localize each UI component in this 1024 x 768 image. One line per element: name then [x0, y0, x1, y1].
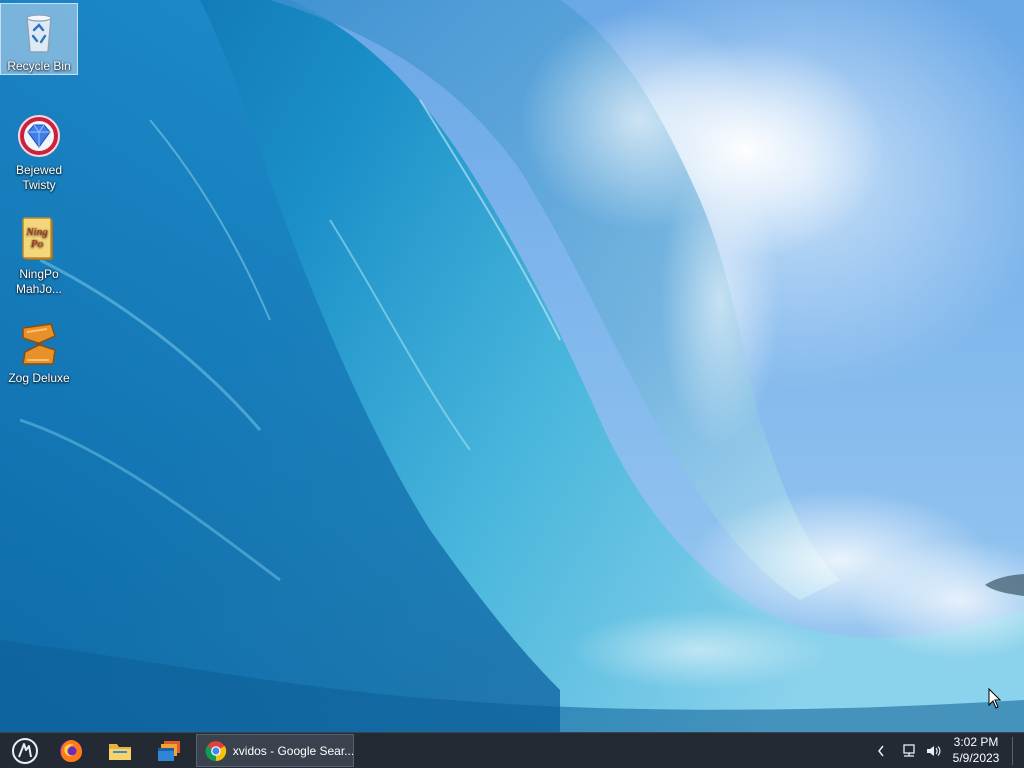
volume-button[interactable]: [922, 733, 944, 768]
network-icon: [903, 743, 915, 757]
mahjong-tile-icon: Ning Po: [22, 217, 53, 260]
taskbar-chrome-window-button[interactable]: xvidos - Google Sear...: [196, 734, 354, 767]
show-desktop-button[interactable]: [1012, 737, 1013, 765]
taskbar-windows-button[interactable]: [146, 733, 192, 768]
mouse-cursor-icon: [988, 688, 1002, 709]
windows-stack-icon: [158, 740, 180, 761]
chrome-icon: [205, 740, 227, 761]
ningpo-mahjong-label: NingPo MahJo...: [15, 267, 63, 296]
ningpo-mahjong-shortcut[interactable]: Ning Po NingPo MahJo...: [1, 212, 77, 297]
zog-deluxe-shortcut[interactable]: Zog Deluxe: [1, 316, 77, 386]
svg-text:Ning: Ning: [25, 226, 48, 238]
chrome-window-title: xvidos - Google Sear...: [232, 743, 353, 758]
tray-overflow-button[interactable]: [872, 733, 890, 768]
recycle-bin-shortcut[interactable]: Recycle Bin: [0, 3, 78, 75]
taskbar-clock[interactable]: 3:02 PM 5/9/2023: [944, 734, 1008, 768]
svg-text:Po: Po: [30, 238, 44, 250]
recycle-bin-label: Recycle Bin: [7, 59, 71, 73]
recycle-bin-icon: [26, 14, 52, 53]
taskbar: xvidos - Google Sear... 3:02 PM 5/9/2023: [0, 732, 1024, 768]
bejewed-twisty-label: Bejewed Twisty: [15, 163, 63, 192]
gem-icon: [18, 115, 60, 157]
clock-time: 3:02 PM: [953, 735, 999, 749]
zog-game-icon: [22, 323, 56, 365]
zog-deluxe-label: Zog Deluxe: [8, 371, 70, 385]
start-menu-icon: [12, 737, 38, 764]
chevron-left-icon: [878, 745, 884, 756]
firefox-icon: [60, 739, 82, 762]
folder-icon: [109, 743, 131, 760]
desktop-background[interactable]: Recycle Bin Bejewed Twisty Ning Po NingP…: [0, 0, 1024, 732]
ocean-wave-wallpaper: [0, 0, 1024, 732]
clock-date: 5/9/2023: [952, 751, 1000, 765]
volume-icon: [927, 745, 941, 756]
start-button[interactable]: [2, 733, 48, 768]
taskbar-firefox-button[interactable]: [48, 733, 94, 768]
bejewed-twisty-shortcut[interactable]: Bejewed Twisty: [1, 108, 77, 193]
taskbar-file-explorer-button[interactable]: [97, 733, 143, 768]
network-status-button[interactable]: [898, 733, 920, 768]
